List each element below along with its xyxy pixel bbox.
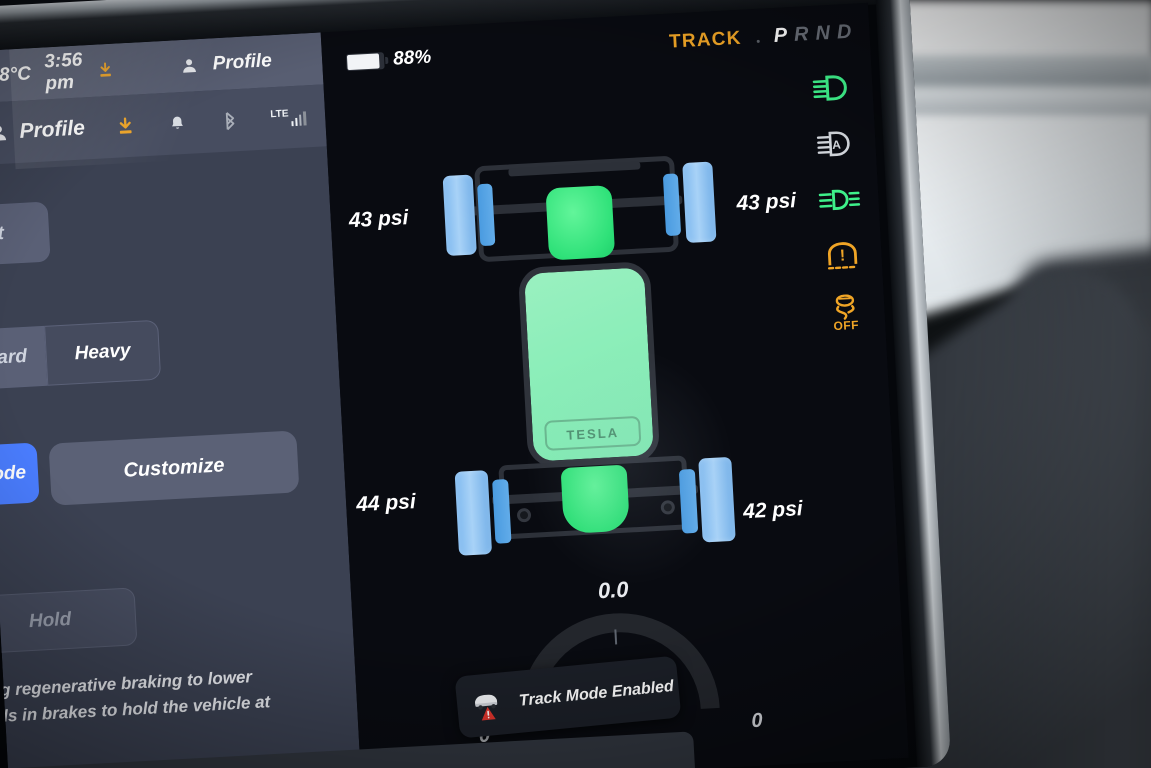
indicator-lamp-column: A ! OFF [809,70,869,334]
track-mode-toggle-button[interactable]: ode [0,442,40,508]
front-left-tire-pressure: 43 psi [348,206,409,233]
stopping-mode-option-hold[interactable]: Hold [0,587,138,655]
battery-pack-emboss: TESLA [543,415,642,451]
battery-pack-thermal: TESLA [517,261,661,468]
status-bar-profile-label[interactable]: Profile [212,50,272,75]
car-with-warning-icon [471,686,508,723]
rear-right-tire-pressure: 42 psi [742,497,804,524]
battery-percent-label: 88% [392,46,432,70]
rear-right-inner-tire [678,468,699,534]
track-mode-label: TRACK [668,27,743,53]
g-force-right-value: 0 [750,709,764,733]
rear-left-tire [454,470,493,556]
front-right-inner-tire [662,173,682,237]
tire-pressure-warning-icon: ! [819,237,867,273]
auto-high-beam-icon: A [813,126,861,162]
battery-indicator[interactable]: 88% [345,46,432,74]
gear-selector-indicator: P R N D [773,21,852,48]
svg-text:!: ! [839,247,845,264]
front-right-tire-pressure: 43 psi [735,189,797,216]
traction-control-off-icon: OFF [822,293,870,333]
rear-left-tire-pressure: 44 psi [355,490,417,517]
separator-dot [756,39,760,43]
settings-panel: 18°C 3:56 pm Profile Profile LTE Sport S… [0,32,362,768]
rear-motor-thermal [560,464,631,535]
screen-content: 18°C 3:56 pm Profile Profile LTE Sport S… [0,2,909,768]
person-icon[interactable] [180,54,199,77]
vehicle-chassis-diagram: TESLA 43 psi 43 psi 44 psi 42 psi [348,130,803,567]
gear-n: N [814,21,831,45]
front-left-tire [442,174,477,256]
settings-body: Sport Standard Heavy ode Customize Hold … [0,98,362,768]
gear-r: R [793,23,810,46]
customize-button[interactable]: Customize [48,430,300,506]
front-motor-thermal [545,184,616,261]
traction-control-off-label: OFF [833,317,860,334]
center-touchscreen: 18°C 3:56 pm Profile Profile LTE Sport S… [0,0,952,768]
low-beam-headlight-icon [809,70,857,106]
clock: 3:56 pm [43,49,83,95]
toast-message: Track Mode Enabled [518,677,675,710]
fog-light-icon [816,181,864,217]
steering-segmented-control: Standard Heavy [0,319,162,393]
drive-mode-segmented-control: Sport [0,201,51,269]
battery-icon [345,51,389,71]
rear-right-tire [698,456,736,543]
g-force-value: 0.0 [597,576,630,604]
steering-option-heavy[interactable]: Heavy [44,319,162,386]
gear-d: D [836,20,852,44]
screenshot-root: 18°C 3:56 pm Profile Profile LTE Sport S… [0,0,1151,768]
drive-mode-option-sport[interactable]: Sport [0,201,51,269]
outside-temperature: 18°C [0,63,32,87]
svg-text:A: A [832,138,842,152]
steering-option-standard[interactable]: Standard [0,325,48,393]
front-right-tire [682,161,717,243]
download-icon[interactable] [96,59,115,82]
track-mode-view: 88% TRACK P R N D A ! OFF TESLA 43 psi 4… [320,2,909,768]
rear-left-inner-tire [492,478,512,544]
gear-p: P [773,24,788,47]
